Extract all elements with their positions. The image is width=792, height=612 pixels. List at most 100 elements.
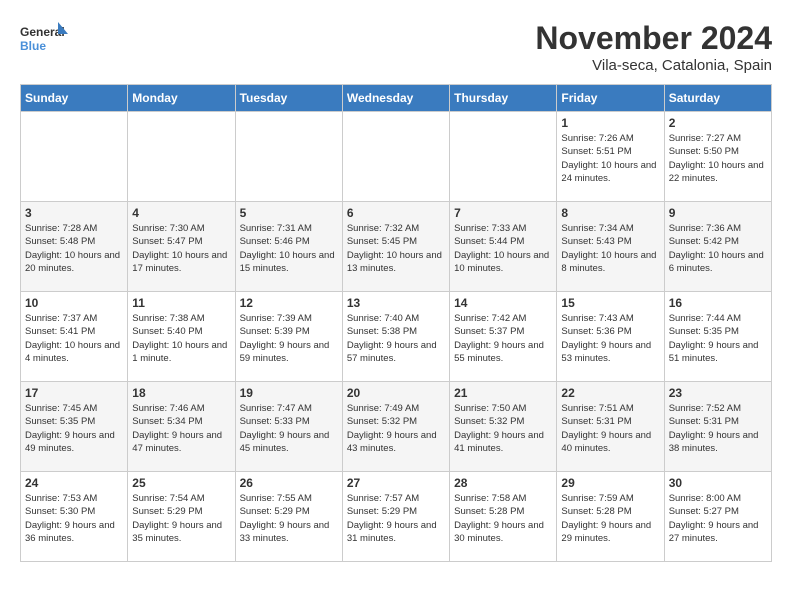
- header-saturday: Saturday: [664, 85, 771, 112]
- day-cell: 17 Sunrise: 7:45 AMSunset: 5:35 PMDayligh…: [21, 382, 128, 472]
- day-cell: 25 Sunrise: 7:54 AMSunset: 5:29 PMDayligh…: [128, 472, 235, 562]
- header-monday: Monday: [128, 85, 235, 112]
- calendar-header: SundayMondayTuesdayWednesdayThursdayFrid…: [21, 85, 772, 112]
- day-number: 23: [669, 386, 767, 400]
- title-block: November 2024 Vila-seca, Catalonia, Spai…: [535, 20, 772, 74]
- day-number: 1: [561, 116, 659, 130]
- day-number: 19: [240, 386, 338, 400]
- day-number: 30: [669, 476, 767, 490]
- day-cell: [450, 112, 557, 202]
- day-cell: 29Sunrise: 7:59 AMSunset: 5:28 PMDayligh…: [557, 472, 664, 562]
- day-cell: 14Sunrise: 7:42 AMSunset: 5:37 PMDayligh…: [450, 292, 557, 382]
- day-info: Sunrise: 7:52 AMSunset: 5:31 PMDaylight:…: [669, 402, 767, 455]
- day-number: 14: [454, 296, 552, 310]
- day-number: 24: [25, 476, 123, 490]
- day-cell: 15 Sunrise: 7:43 AMSunset: 5:36 PMDayligh…: [557, 292, 664, 382]
- svg-text:General: General: [20, 25, 65, 39]
- page-header: General Blue November 2024 Vila-seca, Ca…: [20, 20, 772, 74]
- day-info: Sunrise: 7:55 AMSunset: 5:29 PMDaylight:…: [240, 492, 338, 545]
- day-cell: 1 Sunrise: 7:26 AMSunset: 5:51 PMDaylight…: [557, 112, 664, 202]
- day-cell: 21 Sunrise: 7:50 AMSunset: 5:32 PMDayligh…: [450, 382, 557, 472]
- day-cell: 10Sunrise: 7:37 AMSunset: 5:41 PMDayligh…: [21, 292, 128, 382]
- header-thursday: Thursday: [450, 85, 557, 112]
- day-info: Sunrise: 7:50 AMSunset: 5:32 PMDaylight:…: [454, 402, 552, 455]
- header-tuesday: Tuesday: [235, 85, 342, 112]
- day-number: 28: [454, 476, 552, 490]
- day-number: 27: [347, 476, 445, 490]
- day-number: 16: [669, 296, 767, 310]
- day-number: 22: [561, 386, 659, 400]
- day-info: Sunrise: 7:59 AMSunset: 5:28 PMDaylight:…: [561, 492, 659, 545]
- day-cell: 13Sunrise: 7:40 AMSunset: 5:38 PMDayligh…: [342, 292, 449, 382]
- page-title: November 2024: [535, 20, 772, 57]
- day-info: Sunrise: 7:57 AMSunset: 5:29 PMDaylight:…: [347, 492, 445, 545]
- day-info: Sunrise: 7:47 AMSunset: 5:33 PMDaylight:…: [240, 402, 338, 455]
- day-cell: 18 Sunrise: 7:46 AMSunset: 5:34 PMDayligh…: [128, 382, 235, 472]
- day-info: Sunrise: 7:33 AMSunset: 5:44 PMDaylight:…: [454, 222, 552, 275]
- header-friday: Friday: [557, 85, 664, 112]
- day-info: Sunrise: 7:28 AMSunset: 5:48 PMDaylight:…: [25, 222, 123, 275]
- day-info: Sunrise: 7:53 AMSunset: 5:30 PMDaylight:…: [25, 492, 123, 545]
- day-number: 8: [561, 206, 659, 220]
- header-sunday: Sunday: [21, 85, 128, 112]
- day-info: Sunrise: 7:39 AMSunset: 5:39 PMDaylight:…: [240, 312, 338, 365]
- day-info: Sunrise: 7:45 AMSunset: 5:35 PMDaylight:…: [25, 402, 123, 455]
- day-cell: [21, 112, 128, 202]
- day-info: Sunrise: 7:26 AMSunset: 5:51 PMDaylight:…: [561, 132, 659, 185]
- day-number: 17: [25, 386, 123, 400]
- day-number: 2: [669, 116, 767, 130]
- day-cell: 19 Sunrise: 7:47 AMSunset: 5:33 PMDayligh…: [235, 382, 342, 472]
- day-cell: 8 Sunrise: 7:34 AMSunset: 5:43 PMDaylight…: [557, 202, 664, 292]
- day-cell: 30 Sunrise: 8:00 AMSunset: 5:27 PMDayligh…: [664, 472, 771, 562]
- day-number: 9: [669, 206, 767, 220]
- week-row-2: 3Sunrise: 7:28 AMSunset: 5:48 PMDaylight…: [21, 202, 772, 292]
- day-cell: 16 Sunrise: 7:44 AMSunset: 5:35 PMDayligh…: [664, 292, 771, 382]
- day-info: Sunrise: 7:31 AMSunset: 5:46 PMDaylight:…: [240, 222, 338, 275]
- day-number: 6: [347, 206, 445, 220]
- page-subtitle: Vila-seca, Catalonia, Spain: [535, 57, 772, 74]
- week-row-4: 17 Sunrise: 7:45 AMSunset: 5:35 PMDayligh…: [21, 382, 772, 472]
- header-row: SundayMondayTuesdayWednesdayThursdayFrid…: [21, 85, 772, 112]
- day-info: Sunrise: 7:37 AMSunset: 5:41 PMDaylight:…: [25, 312, 123, 365]
- day-cell: 4 Sunrise: 7:30 AMSunset: 5:47 PMDaylight…: [128, 202, 235, 292]
- day-number: 18: [132, 386, 230, 400]
- day-number: 13: [347, 296, 445, 310]
- svg-text:Blue: Blue: [20, 39, 46, 53]
- day-number: 25: [132, 476, 230, 490]
- day-info: Sunrise: 7:54 AMSunset: 5:29 PMDaylight:…: [132, 492, 230, 545]
- day-info: Sunrise: 7:30 AMSunset: 5:47 PMDaylight:…: [132, 222, 230, 275]
- logo: General Blue: [20, 20, 70, 60]
- day-cell: 28Sunrise: 7:58 AMSunset: 5:28 PMDayligh…: [450, 472, 557, 562]
- day-info: Sunrise: 7:46 AMSunset: 5:34 PMDaylight:…: [132, 402, 230, 455]
- calendar-body: 1 Sunrise: 7:26 AMSunset: 5:51 PMDaylight…: [21, 112, 772, 562]
- day-number: 15: [561, 296, 659, 310]
- day-info: Sunrise: 7:44 AMSunset: 5:35 PMDaylight:…: [669, 312, 767, 365]
- week-row-5: 24 Sunrise: 7:53 AMSunset: 5:30 PMDayligh…: [21, 472, 772, 562]
- day-cell: 22 Sunrise: 7:51 AMSunset: 5:31 PMDayligh…: [557, 382, 664, 472]
- calendar-table: SundayMondayTuesdayWednesdayThursdayFrid…: [20, 84, 772, 562]
- day-cell: 11Sunrise: 7:38 AMSunset: 5:40 PMDayligh…: [128, 292, 235, 382]
- day-cell: 26 Sunrise: 7:55 AMSunset: 5:29 PMDayligh…: [235, 472, 342, 562]
- day-cell: 24 Sunrise: 7:53 AMSunset: 5:30 PMDayligh…: [21, 472, 128, 562]
- day-cell: [235, 112, 342, 202]
- day-number: 4: [132, 206, 230, 220]
- day-cell: 23 Sunrise: 7:52 AMSunset: 5:31 PMDayligh…: [664, 382, 771, 472]
- day-cell: 7Sunrise: 7:33 AMSunset: 5:44 PMDaylight…: [450, 202, 557, 292]
- day-number: 26: [240, 476, 338, 490]
- day-info: Sunrise: 8:00 AMSunset: 5:27 PMDaylight:…: [669, 492, 767, 545]
- week-row-3: 10Sunrise: 7:37 AMSunset: 5:41 PMDayligh…: [21, 292, 772, 382]
- day-number: 11: [132, 296, 230, 310]
- day-number: 21: [454, 386, 552, 400]
- day-info: Sunrise: 7:36 AMSunset: 5:42 PMDaylight:…: [669, 222, 767, 275]
- day-cell: 27 Sunrise: 7:57 AMSunset: 5:29 PMDayligh…: [342, 472, 449, 562]
- day-cell: [128, 112, 235, 202]
- day-info: Sunrise: 7:49 AMSunset: 5:32 PMDaylight:…: [347, 402, 445, 455]
- day-cell: 9 Sunrise: 7:36 AMSunset: 5:42 PMDaylight…: [664, 202, 771, 292]
- day-number: 12: [240, 296, 338, 310]
- day-info: Sunrise: 7:51 AMSunset: 5:31 PMDaylight:…: [561, 402, 659, 455]
- day-info: Sunrise: 7:27 AMSunset: 5:50 PMDaylight:…: [669, 132, 767, 185]
- week-row-1: 1 Sunrise: 7:26 AMSunset: 5:51 PMDaylight…: [21, 112, 772, 202]
- day-info: Sunrise: 7:34 AMSunset: 5:43 PMDaylight:…: [561, 222, 659, 275]
- logo-svg: General Blue: [20, 20, 70, 60]
- day-info: Sunrise: 7:43 AMSunset: 5:36 PMDaylight:…: [561, 312, 659, 365]
